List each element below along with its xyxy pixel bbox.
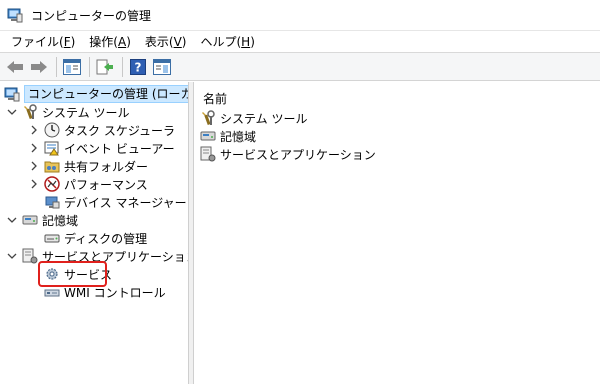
tree-item-label: システム ツール [42,105,130,120]
clock-icon [44,122,60,138]
tree-item-storage[interactable]: 記憶域 [6,211,78,229]
chevron-down-icon[interactable] [6,214,18,226]
computer-management-icon [7,7,23,23]
tree-item-label: イベント ビューアー [64,141,175,156]
export-icon [96,59,113,74]
storage-icon [200,128,216,144]
tree-item-label: 共有フォルダー [64,159,149,174]
toolbar-separator [89,56,90,77]
tree-item-event-viewer[interactable]: イベント ビューアー [28,139,175,157]
menu-help[interactable]: ヘルプ(H) [195,32,259,52]
list-item-label: システム ツール [220,111,308,126]
title-bar: コンピューターの管理 [0,0,600,31]
chevron-down-icon[interactable] [6,250,18,262]
chevron-right-icon[interactable] [28,178,40,190]
tools-icon [200,110,216,126]
chevron-right-icon[interactable] [28,160,40,172]
toolbar: ? [0,53,600,81]
arrow-left-icon [7,60,23,73]
svg-text:?: ? [135,60,142,74]
event-viewer-icon [44,140,60,156]
tree-item-device-manager[interactable]: デバイス マネージャー [44,193,187,211]
console-tree-icon [63,58,81,75]
show-hide-action-pane-button[interactable] [151,56,173,78]
services-applications-icon [22,248,38,264]
console-tree: コンピューターの管理 (ローカル) システム ツール タスク スケジューラ イベ… [0,82,189,384]
menu-file[interactable]: ファイル(F) [6,32,80,52]
window-title: コンピューターの管理 [31,8,152,23]
pane-splitter[interactable] [189,82,194,384]
help-icon: ? [130,58,146,75]
chevron-right-icon[interactable] [28,124,40,136]
menu-view[interactable]: 表示(V) [140,32,192,52]
action-pane-icon [153,58,171,75]
toolbar-separator [56,56,57,77]
tools-icon [22,104,38,120]
storage-icon [22,212,38,228]
list-item-services-and-applications[interactable]: サービスとアプリケーション [200,145,376,163]
chevron-down-icon[interactable] [6,106,18,118]
chevron-right-icon[interactable] [28,142,40,154]
shared-folder-icon [44,158,60,174]
list-item-system-tools[interactable]: システム ツール [200,109,307,127]
performance-icon [44,176,60,192]
export-list-button[interactable] [94,56,116,78]
tree-item-system-tools[interactable]: システム ツール [6,103,129,121]
arrow-right-icon [31,60,47,73]
tree-item-label: 記憶域 [42,213,79,228]
menu-bar: ファイル(F) 操作(A) 表示(V) ヘルプ(H) [0,31,600,53]
highlight-annotation [38,261,107,287]
tree-item-label: コンピューターの管理 (ローカル) [24,85,188,103]
tree-item-shared-folders[interactable]: 共有フォルダー [28,157,148,175]
column-header-name[interactable]: 名前 [203,90,227,107]
tree-item-label: デバイス マネージャー [64,195,187,210]
show-hide-console-tree-button[interactable] [61,56,83,78]
tree-item-disk-management[interactable]: ディスクの管理 [44,229,147,247]
menu-action[interactable]: 操作(A) [84,32,136,52]
tree-item-computer-management[interactable]: コンピューターの管理 (ローカル) [4,85,188,103]
services-applications-icon [200,146,216,162]
tree-item-label: ディスクの管理 [64,231,148,246]
details-pane: 名前 システム ツール 記憶域 サービスとアプリケーション [195,82,600,384]
tree-item-label: タスク スケジューラ [64,123,175,138]
back-button[interactable] [4,56,26,78]
computer-management-icon [4,86,20,102]
list-item-storage[interactable]: 記憶域 [200,127,256,145]
tree-item-task-scheduler[interactable]: タスク スケジューラ [28,121,175,139]
tree-item-performance[interactable]: パフォーマンス [28,175,148,193]
device-manager-icon [44,194,60,210]
help-button[interactable]: ? [127,56,149,78]
list-item-label: サービスとアプリケーション [220,147,376,162]
list-item-label: 記憶域 [220,129,257,144]
disk-icon [44,230,60,246]
tree-item-label: パフォーマンス [64,177,148,192]
toolbar-separator [122,56,123,77]
forward-button[interactable] [28,56,50,78]
